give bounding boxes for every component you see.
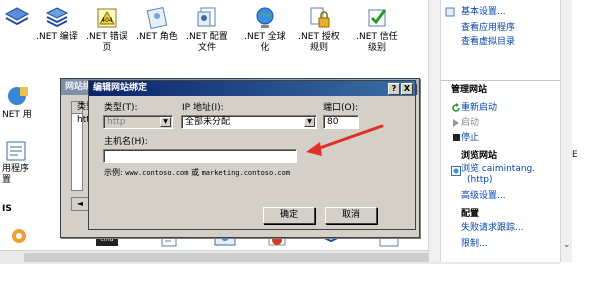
- action-basic-settings[interactable]: 基本设置...: [461, 6, 506, 18]
- ip-address-label: IP 地址(I):: [182, 103, 224, 113]
- annotation-arrow: [306, 124, 384, 156]
- actions-vscrollbar[interactable]: ⌄: [560, 0, 572, 262]
- left-feature-icon-4[interactable]: [8, 226, 30, 246]
- action-start[interactable]: 启动: [461, 117, 479, 129]
- dotnet-profile-icon: [197, 7, 216, 27]
- action-browse-site-protocol[interactable]: (http): [467, 174, 493, 186]
- action-limits[interactable]: 限制...: [461, 238, 488, 250]
- feature-label: .NET 错误页: [86, 32, 128, 53]
- help-button[interactable]: ?: [388, 83, 400, 95]
- left-feature-icon-3[interactable]: [4, 140, 30, 162]
- cutoff-text: E: [572, 150, 578, 160]
- feature-label: .NET 编译: [36, 32, 78, 42]
- chevron-down-icon: ▼: [160, 117, 171, 127]
- chevron-down-icon[interactable]: ⌄: [563, 240, 571, 250]
- dotnet-compile-icon: [45, 7, 69, 28]
- dotnet-globalization-icon: [256, 7, 274, 28]
- feature-dotnet-authorization[interactable]: .NET 授权规则: [294, 6, 344, 54]
- feature-dotnet-globalization[interactable]: .NET 全球化: [240, 6, 290, 54]
- type-label: 类型(T):: [104, 103, 138, 113]
- left-section-label: IS: [2, 204, 12, 214]
- ip-address-select-value: 全部未分配: [185, 117, 231, 127]
- iis-manager-window: NET 用 用程序 置 IS .NET 编译 404 .NET 错误页 .NET…: [0, 0, 600, 300]
- feature-dotnet-trust-level[interactable]: .NET 信任级别: [352, 6, 402, 54]
- browse-site-heading: 浏览网站: [461, 151, 498, 161]
- feature-label: .NET 角色: [136, 32, 178, 42]
- action-failed-request-tracing[interactable]: 失败请求跟踪...: [461, 222, 524, 234]
- edit-site-binding-title-text: 编辑网站绑定: [93, 83, 148, 93]
- host-name-input[interactable]: [103, 149, 297, 163]
- host-name-example: 示例: www.contoso.com 或 marketing.contoso.…: [104, 168, 290, 178]
- action-stop[interactable]: 停止: [461, 132, 479, 144]
- host-name-label: 主机名(H):: [104, 137, 148, 147]
- cancel-button[interactable]: 取消: [325, 207, 377, 224]
- feature-dotnet-error-pages[interactable]: 404 .NET 错误页: [82, 6, 132, 54]
- section-divider: [441, 80, 561, 81]
- svg-text:404: 404: [101, 17, 113, 24]
- restart-icon: [452, 103, 460, 112]
- left-feature-icon-1[interactable]: [4, 6, 30, 30]
- feature-dotnet-profile[interactable]: .NET 配置文件: [182, 6, 232, 54]
- pane-splitter[interactable]: [428, 0, 440, 262]
- ip-address-select[interactable]: 全部未分配 ▼: [181, 115, 317, 129]
- feature-label: .NET 配置文件: [186, 32, 228, 53]
- left-feature-icon-2[interactable]: [4, 84, 30, 108]
- type-select[interactable]: http ▼: [103, 115, 173, 129]
- feature-dotnet-roles[interactable]: .NET 角色: [132, 6, 182, 43]
- dotnet-trust-level-icon: [368, 9, 387, 27]
- edit-site-binding-title[interactable]: 编辑网站绑定 ? X: [89, 81, 415, 96]
- action-advanced-settings[interactable]: 高级设置...: [461, 190, 506, 202]
- settings-icon: [445, 7, 455, 17]
- action-view-virtual-directories[interactable]: 查看虚拟目录: [461, 36, 515, 48]
- manage-site-heading: 管理网站: [451, 85, 488, 95]
- close-button[interactable]: X: [401, 83, 413, 95]
- browse-icon: [451, 166, 461, 176]
- start-icon: [453, 119, 459, 127]
- actions-pane: 基本设置... 查看应用程序 查看虚拟目录 管理网站 重新启动 启动 停止 浏览…: [440, 0, 561, 262]
- example-prefix: 示例:: [104, 168, 123, 177]
- port-label: 端口(O):: [323, 103, 359, 113]
- example-host-2: marketing.contoso.com: [201, 169, 291, 177]
- bindings-scroll-left[interactable]: ◄: [71, 197, 89, 211]
- stop-icon: [453, 134, 460, 141]
- action-restart[interactable]: 重新启动: [461, 102, 497, 114]
- action-view-applications[interactable]: 查看应用程序: [461, 22, 515, 34]
- example-or: 或: [191, 168, 200, 177]
- dotnet-authorization-icon: [310, 7, 330, 28]
- configure-heading: 配置: [461, 209, 480, 219]
- example-host-1: www.contoso.com: [125, 169, 189, 177]
- ok-button[interactable]: 确定: [263, 207, 315, 224]
- dotnet-error-pages-icon: 404: [97, 8, 117, 28]
- feature-label: .NET 信任级别: [356, 32, 398, 53]
- left-feature-strip: NET 用 用程序 置 IS: [0, 0, 36, 262]
- feature-dotnet-compile[interactable]: .NET 编译: [32, 6, 82, 43]
- feature-label: .NET 授权规则: [298, 32, 340, 53]
- left-feature-label-2: 用程序 置: [2, 164, 30, 185]
- type-select-value: http: [107, 117, 126, 127]
- left-feature-label-1: NET 用: [2, 110, 32, 120]
- edit-dialog-title-buttons: ? X: [387, 82, 413, 97]
- dotnet-roles-icon: [146, 6, 168, 30]
- feature-label: .NET 全球化: [244, 32, 286, 53]
